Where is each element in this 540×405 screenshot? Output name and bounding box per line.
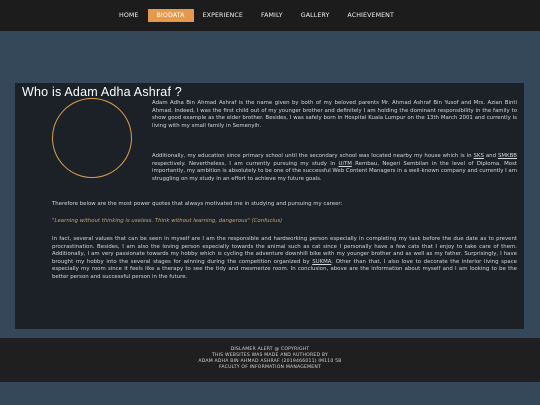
footer-author-name: ADAM ADHA BIN AHMAD ASHRAF (2019466011) …: [198, 359, 342, 364]
nav-item-achievement[interactable]: ACHIEVEMENT: [338, 9, 403, 22]
values-paragraph: In fact, several values that can be seen…: [52, 236, 517, 281]
page-title: Who is Adam Adha Ashraf ?: [22, 85, 182, 99]
organizer-sukma: SUKMA: [312, 258, 332, 265]
education-paragraph: Additionally, my education since primary…: [152, 153, 517, 183]
footer-authored-by: THIS WEBSITES WAS MADE AND AUTHORED BY: [211, 353, 329, 358]
education-text-a: Additionally, my education since primary…: [152, 153, 474, 159]
nav-item-biodata[interactable]: BIODATA: [147, 9, 194, 22]
school-smkbb: SMKBB: [497, 153, 517, 159]
university-uitm: UiTM: [338, 160, 352, 167]
education-text-b: and: [483, 153, 498, 159]
quotes-intro-paragraph: Therefore below are the most power quote…: [52, 201, 343, 207]
profile-photo-frame: [52, 98, 132, 178]
footer-copyright: DISLAMER ALERT @ COPYRIGHT: [230, 347, 310, 352]
footer-faculty: FACULTY OF INFORMATION MANAGEMENT: [218, 365, 321, 370]
nav-menu: HOME BIODATA EXPERIENCE FAMILY GALLERY A…: [110, 9, 403, 22]
nav-item-home[interactable]: HOME: [110, 9, 148, 22]
nav-item-experience[interactable]: EXPERIENCE: [194, 9, 252, 22]
education-text-c: respectively. Nevertheless, I am current…: [152, 160, 339, 167]
nav-item-family[interactable]: FAMILY: [252, 9, 292, 22]
intro-paragraph: Adam Adha Bin Ahmad Ashraf is the name g…: [152, 100, 517, 129]
nav-item-gallery[interactable]: GALLERY: [292, 9, 339, 22]
top-navigation-bar: HOME BIODATA EXPERIENCE FAMILY GALLERY A…: [0, 0, 540, 31]
page-footer: DISLAMER ALERT @ COPYRIGHT THIS WEBSITES…: [0, 338, 540, 382]
school-sks: SKS: [473, 153, 484, 159]
motivational-quote: "Learning without thinking is useless. T…: [52, 218, 283, 224]
